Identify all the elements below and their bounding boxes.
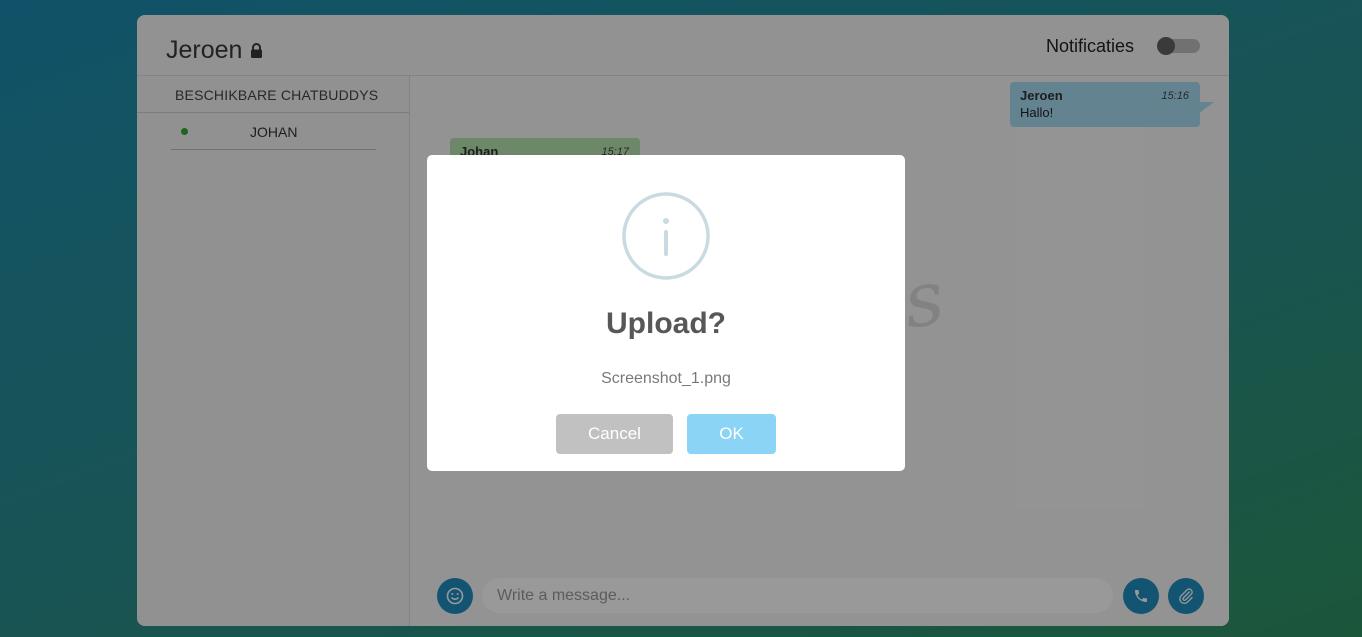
dialog-filename: Screenshot_1.png [601, 370, 731, 387]
upload-dialog: Upload? Screenshot_1.png Cancel OK [427, 155, 905, 471]
info-icon [622, 192, 710, 280]
cancel-button[interactable]: Cancel [556, 414, 673, 454]
dialog-title: Upload? [606, 307, 726, 340]
ok-button[interactable]: OK [687, 414, 776, 454]
